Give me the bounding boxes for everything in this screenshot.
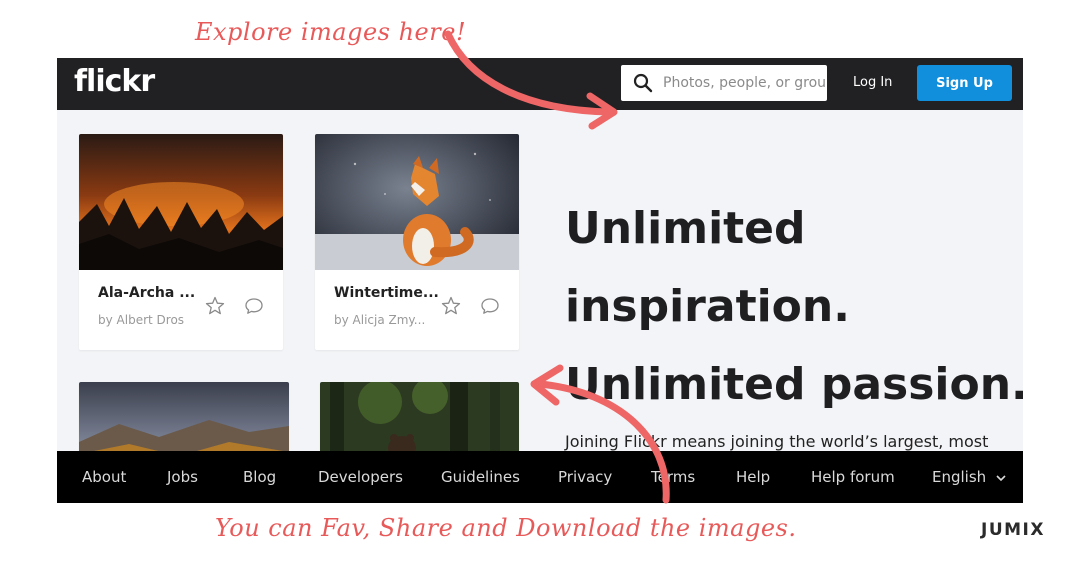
flickr-window: flickr Log In Sign Up	[57, 58, 1023, 503]
annotation-explore: Explore images here!	[195, 18, 467, 46]
footer-link-help[interactable]: Help	[736, 468, 770, 486]
footer-link-about[interactable]: About	[82, 468, 126, 486]
photo-card[interactable]: Ala-Archa ... by Albert Dros	[79, 134, 283, 350]
comment-icon[interactable]	[480, 296, 500, 316]
annotation-fav-share: You can Fav, Share and Download the imag…	[215, 514, 797, 542]
photo-card[interactable]: Wintertime... by Alicja Zmy...	[315, 134, 519, 350]
hero-line-2: inspiration.	[565, 281, 850, 332]
search-input[interactable]	[663, 65, 827, 101]
card-title[interactable]: Wintertime...	[334, 285, 439, 301]
footer-bar: About Jobs Blog Developers Guidelines Pr…	[57, 451, 1023, 503]
footer-link-privacy[interactable]: Privacy	[558, 468, 612, 486]
search-icon	[633, 73, 653, 93]
jumix-watermark: JUMIX	[981, 520, 1045, 540]
language-label: English	[932, 468, 987, 486]
fox-photo[interactable]	[315, 134, 519, 270]
card-title[interactable]: Ala-Archa ...	[98, 285, 195, 301]
footer-link-developers[interactable]: Developers	[318, 468, 403, 486]
top-navbar: flickr Log In Sign Up	[57, 58, 1023, 110]
comment-icon[interactable]	[244, 296, 264, 316]
hero-line-3: Unlimited passion.	[565, 359, 1023, 410]
footer-link-blog[interactable]: Blog	[243, 468, 276, 486]
footer-link-terms[interactable]: Terms	[651, 468, 695, 486]
card-author[interactable]: by Albert Dros	[98, 313, 184, 327]
signup-button[interactable]: Sign Up	[917, 65, 1012, 101]
search-box[interactable]	[621, 65, 827, 101]
star-fav-icon[interactable]	[441, 296, 461, 316]
card-author[interactable]: by Alicja Zmy...	[334, 313, 425, 327]
hero-heading: Unlimited inspiration. Unlimited passion…	[565, 190, 1023, 424]
flickr-logo[interactable]: flickr	[74, 64, 155, 99]
language-selector[interactable]: English	[932, 468, 1007, 486]
chevron-down-icon	[996, 474, 1006, 481]
star-fav-icon[interactable]	[205, 296, 225, 316]
hero-subtext: Joining Flickr means joining the world’s…	[565, 432, 989, 451]
mountain-fire-photo[interactable]	[79, 134, 283, 270]
login-link[interactable]: Log In	[853, 75, 892, 90]
hero-line-1: Unlimited	[565, 203, 806, 254]
footer-link-jobs[interactable]: Jobs	[167, 468, 198, 486]
footer-link-guidelines[interactable]: Guidelines	[441, 468, 520, 486]
footer-link-help-forum[interactable]: Help forum	[811, 468, 895, 486]
